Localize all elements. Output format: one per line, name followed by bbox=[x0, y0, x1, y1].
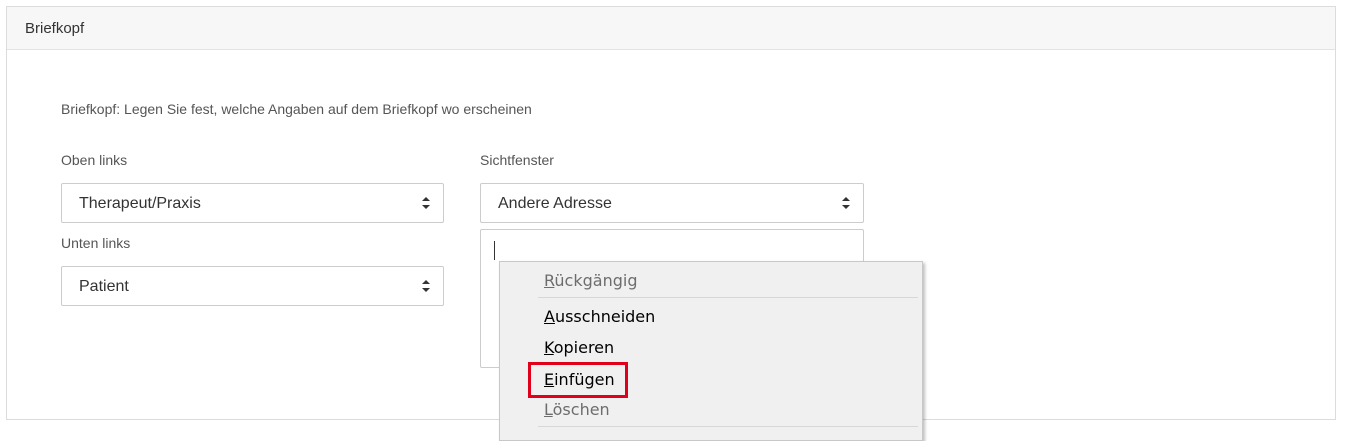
menu-item-delete-accel: L bbox=[544, 400, 553, 419]
up-down-caret-icon bbox=[842, 197, 850, 209]
menu-item-cut[interactable]: Ausschneiden bbox=[544, 307, 655, 326]
up-down-caret-icon bbox=[422, 280, 430, 292]
menu-item-copy-label: opieren bbox=[553, 338, 615, 357]
window-select[interactable]: Andere Adresse bbox=[480, 183, 864, 223]
top-left-label: Oben links bbox=[61, 152, 128, 168]
up-down-caret-icon bbox=[422, 197, 430, 209]
window-select-value: Andere Adresse bbox=[498, 195, 612, 212]
top-left-select-value: Therapeut/Praxis bbox=[79, 195, 201, 212]
intro-text: Briefkopf: Legen Sie fest, welche Angabe… bbox=[61, 101, 532, 117]
menu-item-undo-label: ückgängig bbox=[554, 271, 638, 290]
window-label: Sichtfenster bbox=[480, 152, 554, 168]
menu-item-copy[interactable]: Kopieren bbox=[544, 338, 614, 357]
menu-separator bbox=[538, 297, 918, 298]
menu-item-undo[interactable]: Rückgängig bbox=[544, 271, 637, 290]
bottom-left-select[interactable]: Patient bbox=[61, 266, 444, 306]
menu-separator bbox=[538, 426, 918, 427]
bottom-left-select-value: Patient bbox=[79, 278, 129, 295]
bottom-left-label: Unten links bbox=[61, 235, 131, 251]
text-cursor bbox=[494, 241, 495, 260]
menu-item-copy-accel: K bbox=[544, 338, 554, 357]
paste-highlight-box bbox=[528, 362, 628, 398]
menu-item-delete[interactable]: Löschen bbox=[544, 400, 610, 419]
panel-title: Briefkopf bbox=[25, 20, 85, 37]
menu-item-cut-accel: A bbox=[544, 307, 555, 326]
menu-item-cut-label: usschneiden bbox=[554, 307, 656, 326]
menu-item-delete-label: öschen bbox=[552, 400, 610, 419]
panel-header: Briefkopf bbox=[7, 7, 1335, 50]
top-left-select[interactable]: Therapeut/Praxis bbox=[61, 183, 444, 223]
menu-item-undo-accel: R bbox=[544, 271, 555, 290]
context-menu: Rückgängig Ausschneiden Kopieren Einfüge… bbox=[499, 261, 923, 441]
